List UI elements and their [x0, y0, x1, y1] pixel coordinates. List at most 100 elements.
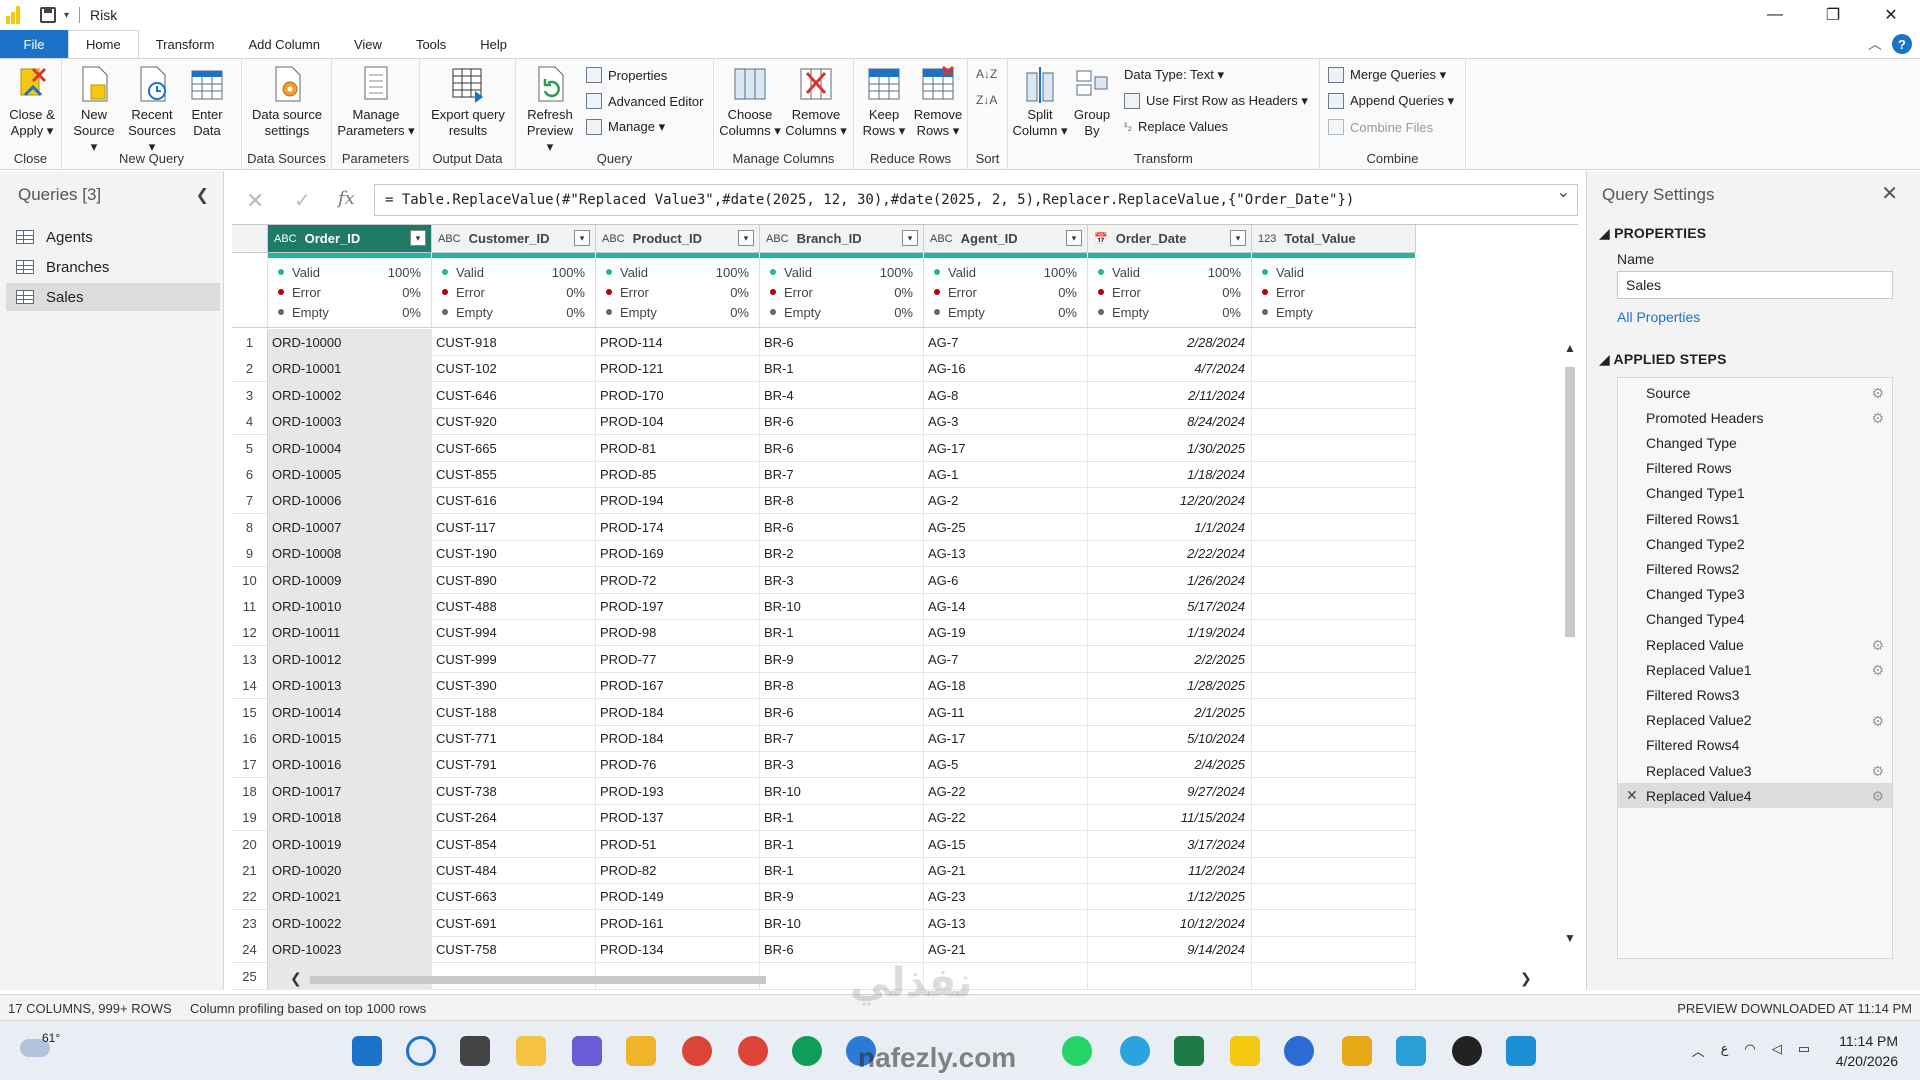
data-type-dropdown[interactable]: Data Type: Text ▾	[1124, 67, 1224, 83]
table-cell[interactable]: ORD-10005	[268, 461, 432, 488]
row-number[interactable]: 18	[232, 777, 268, 805]
table-cell[interactable]	[1252, 566, 1416, 594]
table-cell[interactable]: BR-6	[760, 329, 924, 356]
language-indicator[interactable]: ع	[1721, 1041, 1729, 1060]
table-cell[interactable]: 2/2/2025	[1088, 645, 1252, 673]
table-cell[interactable]	[1252, 645, 1416, 673]
table-cell[interactable]: PROD-170	[596, 381, 760, 409]
table-cell[interactable]: CUST-190	[432, 540, 596, 568]
query-item-branches[interactable]: Branches	[6, 253, 220, 281]
table-cell[interactable]: ORD-10003	[268, 408, 432, 436]
table-cell[interactable]: PROD-76	[596, 751, 760, 779]
file-explorer-icon[interactable]	[626, 1036, 656, 1066]
table-cell[interactable]: PROD-197	[596, 593, 760, 620]
vertical-scroll-thumb[interactable]	[1565, 367, 1575, 637]
table-cell[interactable]: PROD-114	[596, 329, 760, 356]
table-cell[interactable]: ORD-10008	[268, 540, 432, 568]
table-cell[interactable]: ORD-10019	[268, 830, 432, 858]
tab-tools[interactable]: Tools	[399, 30, 463, 58]
vertical-scrollbar[interactable]: ▲ ▼	[1562, 341, 1578, 950]
table-cell[interactable]: CUST-117	[432, 513, 596, 541]
fx-icon[interactable]: fx	[338, 188, 355, 209]
table-cell[interactable]: BR-1	[760, 619, 924, 647]
row-number[interactable]: 17	[232, 751, 268, 779]
collapse-ribbon-icon[interactable]: ︿	[1868, 34, 1882, 54]
table-cell[interactable]: BR-1	[760, 804, 924, 832]
table-cell[interactable]: AG-22	[924, 777, 1088, 805]
applied-step[interactable]: Filtered Rows1	[1618, 506, 1892, 531]
table-cell[interactable]	[1252, 725, 1416, 752]
applied-step[interactable]: Changed Type1	[1618, 481, 1892, 506]
column-filter-dropdown-icon[interactable]: ▾	[410, 230, 426, 246]
table-cell[interactable]: ORD-10000	[268, 329, 432, 356]
row-number[interactable]: 12	[232, 619, 268, 647]
close-settings-icon[interactable]: ✕	[1881, 181, 1898, 206]
table-cell[interactable]	[1252, 830, 1416, 858]
select-all-corner[interactable]	[232, 225, 268, 253]
table-cell[interactable]: CUST-665	[432, 434, 596, 462]
table-cell[interactable]: ORD-10001	[268, 355, 432, 383]
table-cell[interactable]: 11/15/2024	[1088, 804, 1252, 832]
table-cell[interactable]: CUST-484	[432, 857, 596, 884]
search-icon[interactable]	[406, 1036, 436, 1066]
power-bi-icon[interactable]	[1230, 1036, 1260, 1066]
tab-file[interactable]: File	[0, 30, 68, 58]
table-cell[interactable]: 1/18/2024	[1088, 461, 1252, 488]
table-cell[interactable]: ORD-10015	[268, 725, 432, 752]
step-settings-gear-icon[interactable]: ⚙	[1871, 763, 1884, 780]
table-cell[interactable]: AG-7	[924, 329, 1088, 356]
row-number[interactable]: 9	[232, 540, 268, 568]
column-type-icon[interactable]: ABC	[766, 233, 789, 245]
table-cell[interactable]: PROD-193	[596, 777, 760, 805]
tab-transform[interactable]: Transform	[139, 30, 232, 58]
table-cell[interactable]: BR-4	[760, 381, 924, 409]
table-cell[interactable]: BR-6	[760, 698, 924, 726]
table-cell[interactable]: ORD-10020	[268, 857, 432, 884]
table-cell[interactable]: BR-2	[760, 540, 924, 568]
delete-step-icon[interactable]: ✕	[1626, 787, 1638, 804]
table-cell[interactable]: CUST-791	[432, 751, 596, 779]
table-cell[interactable]: PROD-82	[596, 857, 760, 884]
close-window-button[interactable]: ✕	[1862, 0, 1920, 30]
weather-widget[interactable]: 61°	[20, 1031, 60, 1057]
column-header-order-id[interactable]: ABC Order_ID ▾	[268, 225, 432, 253]
applied-step[interactable]: Promoted Headers ⚙	[1618, 405, 1892, 430]
table-cell[interactable]: 12/20/2024	[1088, 487, 1252, 515]
table-cell[interactable]: AG-16	[924, 355, 1088, 383]
step-settings-gear-icon[interactable]: ⚙	[1871, 788, 1884, 805]
remove-rows-button[interactable]: Remove Rows ▾	[912, 65, 964, 139]
step-settings-gear-icon[interactable]: ⚙	[1871, 385, 1884, 402]
wifi-icon[interactable]: ◠	[1744, 1041, 1755, 1060]
table-cell[interactable]	[1252, 698, 1416, 726]
table-cell[interactable]: CUST-616	[432, 487, 596, 515]
table-cell[interactable]: 1/1/2024	[1088, 513, 1252, 541]
table-cell[interactable]	[1252, 434, 1416, 462]
table-cell[interactable]: PROD-167	[596, 672, 760, 700]
merge-queries-button[interactable]: Merge Queries ▾	[1328, 67, 1446, 83]
table-cell[interactable]: 4/7/2024	[1088, 355, 1252, 383]
combine-files-button[interactable]: Combine Files	[1328, 119, 1433, 135]
query-name-input[interactable]: Sales	[1617, 271, 1893, 299]
column-type-icon[interactable]: ABC	[930, 233, 953, 245]
table-cell[interactable]	[1252, 487, 1416, 515]
column-filter-dropdown-icon[interactable]: ▾	[1230, 230, 1246, 246]
table-cell[interactable]	[1252, 619, 1416, 647]
query-item-agents[interactable]: Agents	[6, 223, 220, 251]
applied-step[interactable]: Source ⚙	[1618, 380, 1892, 405]
table-cell[interactable]: PROD-169	[596, 540, 760, 568]
table-cell[interactable]	[1252, 777, 1416, 805]
column-header-order-date[interactable]: 📅 Order_Date ▾	[1088, 225, 1252, 253]
manage-button[interactable]: Manage ▾	[586, 119, 665, 135]
column-filter-dropdown-icon[interactable]: ▾	[574, 230, 590, 246]
table-cell[interactable]: ORD-10023	[268, 936, 432, 964]
app-icon[interactable]	[1506, 1036, 1536, 1066]
table-cell[interactable]	[1252, 883, 1416, 911]
table-cell[interactable]: PROD-134	[596, 936, 760, 964]
formula-input[interactable]: = Table.ReplaceValue(#"Replaced Value3",…	[374, 184, 1578, 216]
choose-columns-button[interactable]: Choose Columns ▾	[718, 65, 782, 139]
table-cell[interactable]: 11/2/2024	[1088, 857, 1252, 884]
column-header-total-value[interactable]: 123 Total_Value	[1252, 225, 1416, 253]
table-cell[interactable]: CUST-102	[432, 355, 596, 383]
table-cell[interactable]: PROD-184	[596, 698, 760, 726]
table-cell[interactable]: ORD-10014	[268, 698, 432, 726]
